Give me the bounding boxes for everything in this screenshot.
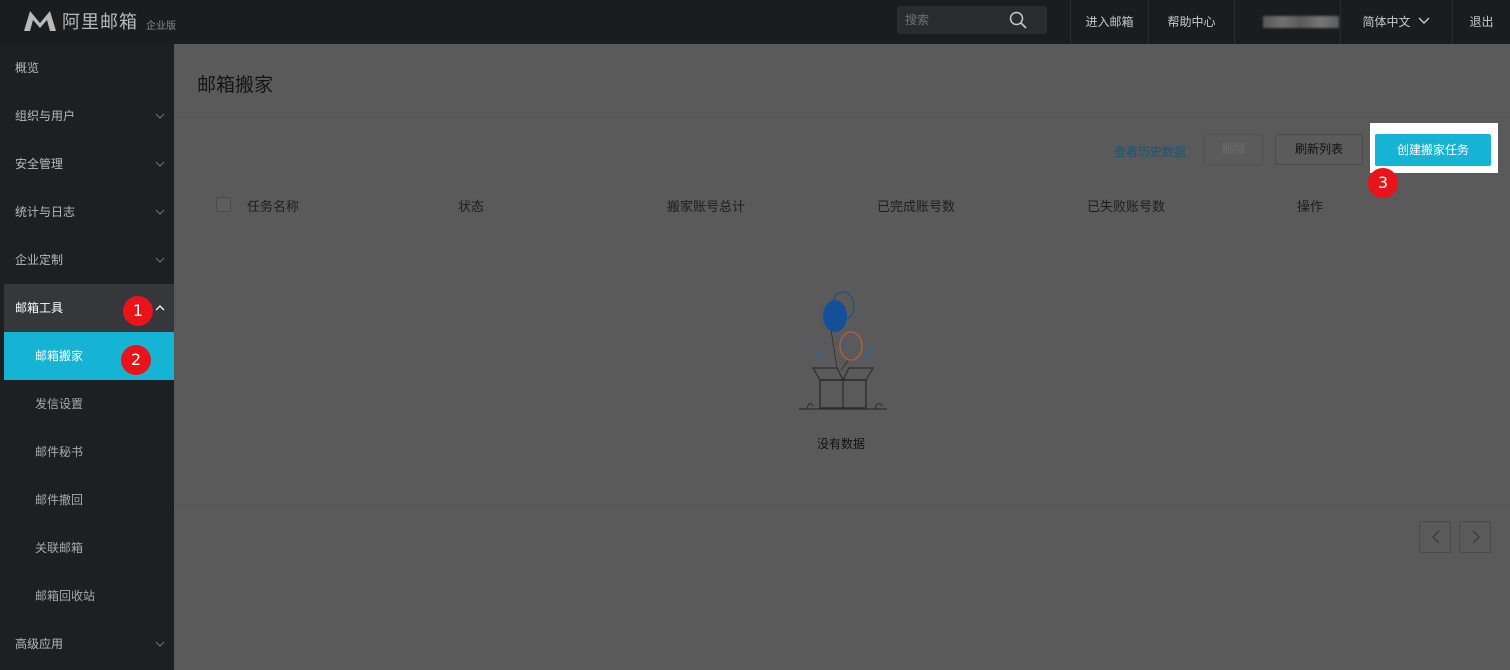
column-header-status: 状态 — [458, 200, 485, 215]
enter-mail-link[interactable]: 进入邮箱 — [1070, 0, 1148, 44]
sidebar-item-customization[interactable]: 企业定制 — [0, 236, 174, 284]
chevron-down-icon — [155, 113, 165, 119]
chevron-left-icon — [1432, 530, 1440, 544]
logo-edition: 企业版 — [146, 20, 176, 32]
logo-text: 阿里邮箱 — [62, 12, 138, 33]
view-history-link[interactable]: 查看历史数据 — [1114, 143, 1186, 160]
step-badge-3: 3 — [1368, 168, 1398, 198]
divider — [174, 117, 1510, 118]
sidebar-subitem-mail-recall[interactable]: 邮件撤回 — [0, 476, 174, 524]
column-header-failed-accounts: 已失败账号数 — [1087, 200, 1166, 215]
chevron-right-icon — [1472, 530, 1480, 544]
language-selector[interactable]: 简体中文 — [1340, 0, 1452, 44]
step-badge-1: 1 — [123, 296, 153, 326]
main-content: 邮箱搬家 查看历史数据 删除 刷新列表 创建搬家任务 任务名称 状态 搬家账号总… — [174, 44, 1510, 670]
user-account[interactable] — [1234, 0, 1340, 44]
sidebar-item-org-users[interactable]: 组织与用户 — [0, 92, 174, 140]
help-center-link[interactable]: 帮助中心 — [1148, 0, 1234, 44]
empty-state-text: 没有数据 — [817, 437, 866, 451]
logout-link[interactable]: 退出 — [1452, 0, 1510, 44]
sidebar-subitem-mail-secretary[interactable]: 邮件秘书 — [0, 428, 174, 476]
page-title: 邮箱搬家 — [197, 74, 274, 96]
refresh-list-button[interactable]: 刷新列表 — [1275, 134, 1363, 165]
search-icon[interactable] — [1009, 11, 1027, 29]
search-input[interactable] — [905, 10, 1005, 30]
chevron-down-icon — [155, 209, 165, 215]
logo[interactable]: 阿里邮箱 企业版 — [22, 8, 176, 34]
column-header-actions: 操作 — [1297, 200, 1324, 215]
sidebar-subitem-recycle-bin[interactable]: 邮箱回收站 — [0, 572, 174, 620]
sidebar-item-stats-logs[interactable]: 统计与日志 — [0, 188, 174, 236]
sidebar-subitem-linked-mailbox[interactable]: 关联邮箱 — [0, 524, 174, 572]
chevron-down-icon — [155, 161, 165, 167]
sidebar-subitem-send-settings[interactable]: 发信设置 — [0, 380, 174, 428]
chevron-up-icon — [155, 305, 165, 311]
column-header-task-name: 任务名称 — [247, 200, 300, 215]
chevron-down-icon — [155, 257, 165, 263]
divider — [174, 505, 1510, 506]
step-badge-2: 2 — [121, 345, 151, 375]
select-all-checkbox[interactable] — [216, 197, 231, 212]
sidebar-item-overview[interactable]: 概览 — [0, 44, 174, 92]
chevron-down-icon — [1418, 17, 1429, 24]
sidebar-item-advanced[interactable]: 高级应用 — [0, 620, 174, 668]
logo-m-icon — [24, 11, 56, 31]
chevron-down-icon — [155, 641, 165, 647]
top-bar: 阿里邮箱 企业版 进入邮箱 帮助中心 简体中文 退出 — [0, 0, 1510, 44]
delete-button[interactable]: 删除 — [1204, 134, 1263, 165]
column-header-total-accounts: 搬家账号总计 — [667, 200, 746, 215]
create-migration-task-button[interactable]: 创建搬家任务 — [1375, 134, 1491, 166]
table-header: 任务名称 状态 搬家账号总计 已完成账号数 已失败账号数 操作 — [197, 182, 1487, 228]
column-header-completed-accounts: 已完成账号数 — [877, 200, 956, 215]
pagination-prev-button[interactable] — [1419, 521, 1451, 553]
sidebar-item-security[interactable]: 安全管理 — [0, 140, 174, 188]
language-label: 简体中文 — [1362, 15, 1411, 29]
user-name-blurred — [1263, 16, 1339, 28]
empty-box-balloons-icon — [799, 291, 887, 410]
pagination-next-button[interactable] — [1459, 521, 1491, 553]
search-box — [897, 6, 1047, 34]
